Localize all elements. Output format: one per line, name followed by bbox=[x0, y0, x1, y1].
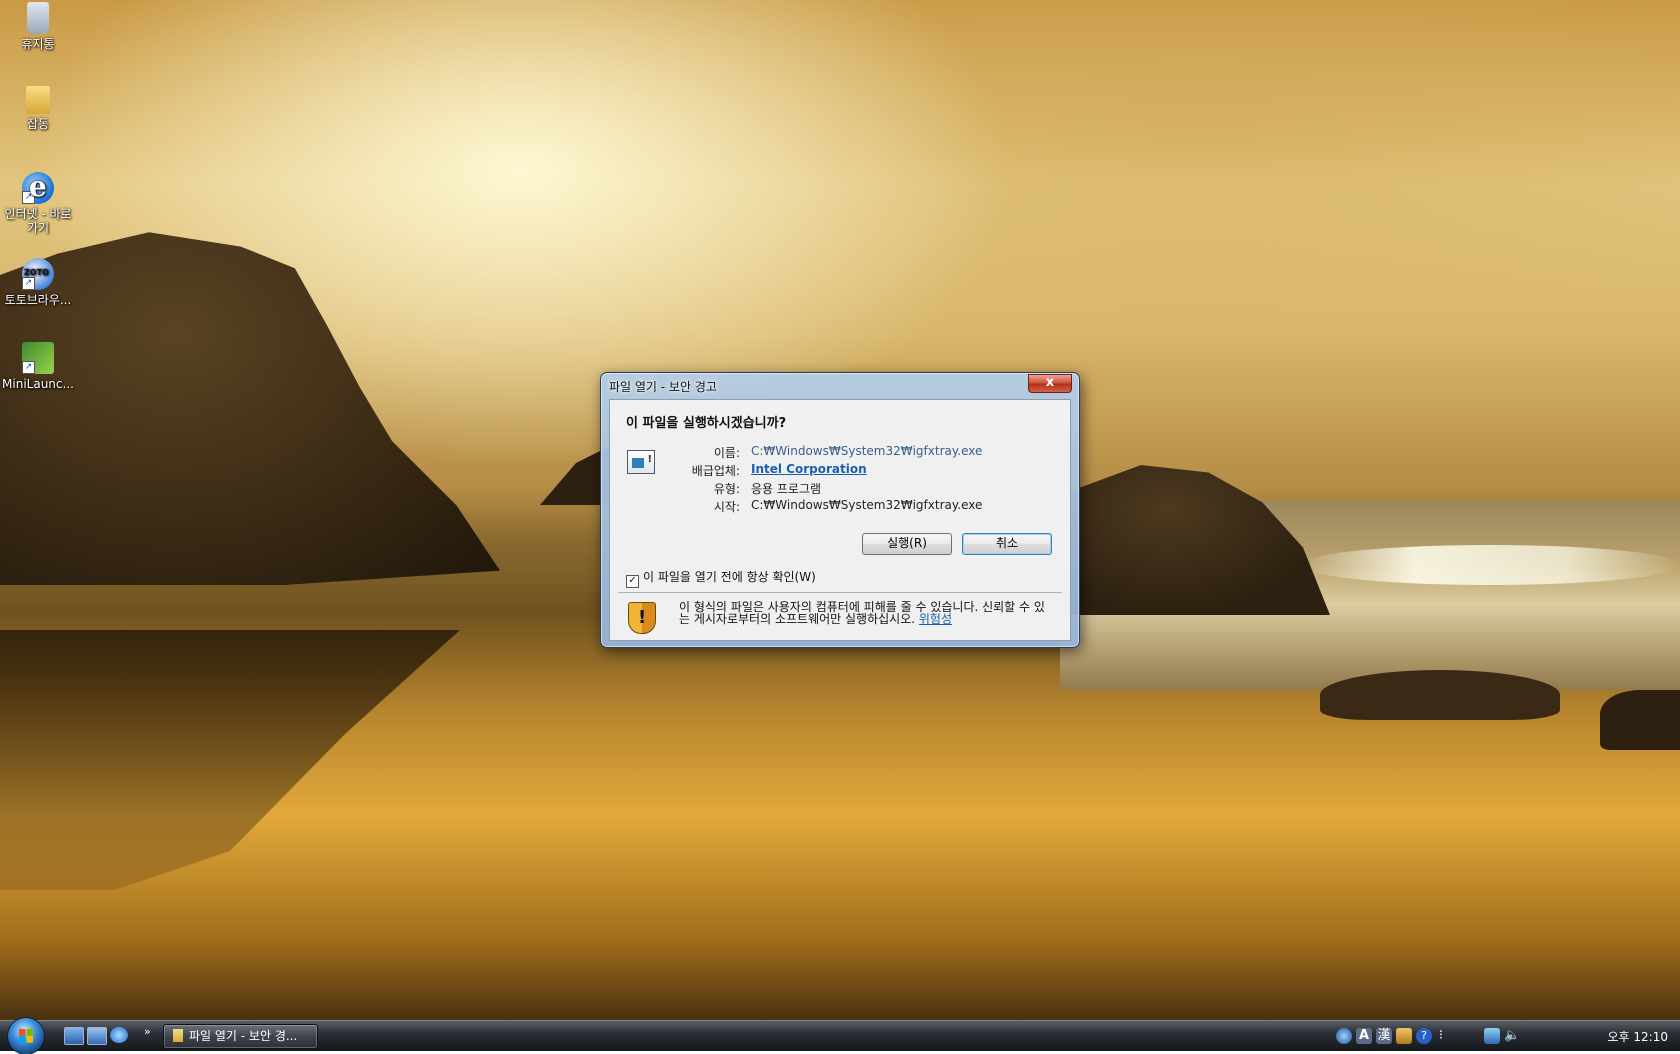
switch-windows-icon[interactable] bbox=[87, 1027, 107, 1045]
ime-mode-icon[interactable]: A bbox=[1356, 1028, 1372, 1044]
name-label: 이름: bbox=[713, 446, 740, 460]
always-ask-label: 이 파일을 열기 전에 항상 확인(W) bbox=[643, 570, 816, 584]
desktop-icon-internet[interactable]: ↗ 인터넷 - 바로 가기 bbox=[0, 170, 76, 235]
volume-icon[interactable]: 🔈 bbox=[1504, 1028, 1520, 1044]
publisher-link[interactable]: Intel Corporation bbox=[751, 462, 867, 476]
help-icon[interactable]: ? bbox=[1416, 1028, 1432, 1044]
folder-icon bbox=[173, 1029, 183, 1042]
type-label: 유형: bbox=[713, 482, 740, 496]
recycle-bin-icon bbox=[27, 2, 49, 34]
start-button[interactable] bbox=[8, 1018, 44, 1054]
desktop-icon-recycle-bin[interactable]: 휴지통 bbox=[0, 2, 76, 51]
warning-text: 이 형식의 파일은 사용자의 컴퓨터에 피해를 줄 수 있습니다. 신뢰할 수 … bbox=[679, 600, 1045, 626]
internet-explorer-quicklaunch-icon[interactable] bbox=[110, 1027, 128, 1043]
desktop-icon-label: MiniLaunc... bbox=[2, 377, 74, 391]
security-warning-dialog: 파일 열기 - 보안 경고 x 이 파일을 실행하시겠습니까? 이름: C:₩W… bbox=[600, 372, 1080, 648]
risk-link[interactable]: 위험성 bbox=[919, 612, 952, 626]
wallpaper-rock-edge bbox=[1600, 690, 1680, 750]
shortcut-arrow-icon: ↗ bbox=[22, 191, 35, 204]
dialog-question: 이 파일을 실행하시겠습니까? bbox=[626, 416, 787, 431]
folder-icon bbox=[26, 86, 50, 114]
taskbar-window-button[interactable]: 파일 열기 - 보안 경... bbox=[163, 1024, 318, 1049]
dialog-divider bbox=[618, 592, 1062, 593]
quicklaunch-more-button[interactable]: » bbox=[144, 1025, 151, 1038]
shortcut-arrow-icon: ↗ bbox=[22, 361, 35, 374]
cancel-button[interactable]: 취소 bbox=[962, 533, 1052, 555]
from-value: C:₩Windows₩System32₩igfxtray.exe bbox=[751, 498, 983, 512]
dialog-body: 이 파일을 실행하시겠습니까? 이름: C:₩Windows₩System32₩… bbox=[609, 399, 1071, 641]
clock[interactable]: 오후 12:10 bbox=[1608, 1028, 1668, 1045]
always-ask-checkbox[interactable]: ✓ bbox=[626, 575, 639, 588]
close-button[interactable]: x bbox=[1028, 374, 1072, 393]
system-tray: A 漢 ? ⁝ 🔈 오후 12:10 bbox=[1300, 1021, 1680, 1051]
publisher-label: 배급업체: bbox=[691, 464, 740, 478]
warning-shield-icon bbox=[628, 602, 656, 634]
wallpaper-rock-far bbox=[1320, 670, 1560, 720]
dialog-title: 파일 열기 - 보안 경고 bbox=[609, 380, 717, 394]
warning-message: 이 형식의 파일은 사용자의 컴퓨터에 피해를 줄 수 있습니다. 신뢰할 수 … bbox=[679, 601, 1049, 625]
tray-options-icon[interactable]: ⁝ bbox=[1436, 1028, 1446, 1044]
internet-explorer-icon: ↗ bbox=[22, 170, 54, 204]
show-desktop-icon[interactable] bbox=[64, 1027, 84, 1045]
hanja-icon[interactable]: 漢 bbox=[1376, 1028, 1392, 1044]
name-value: C:₩Windows₩System32₩igfxtray.exe bbox=[751, 444, 983, 458]
desktop-icon-folder[interactable]: 잡동 bbox=[0, 86, 76, 131]
desktop-icon-minilauncher[interactable]: ↗ MiniLaunc... bbox=[0, 342, 76, 391]
taskbar-window-label: 파일 열기 - 보안 경... bbox=[189, 1029, 298, 1043]
application-file-icon bbox=[627, 450, 655, 474]
zoto-browser-icon: ↗ bbox=[22, 258, 54, 290]
desktop-icon-label: 인터넷 - 바로 가기 bbox=[4, 207, 72, 235]
wallpaper-surf bbox=[1300, 545, 1680, 585]
type-value: 응용 프로그램 bbox=[751, 482, 822, 496]
desktop-wallpaper: 휴지통 잡동 ↗ 인터넷 - 바로 가기 ↗ 토토브라우... ↗ MiniLa… bbox=[0, 0, 1680, 1020]
shortcut-arrow-icon: ↗ bbox=[22, 277, 35, 290]
network-icon[interactable] bbox=[1484, 1028, 1500, 1044]
desktop-icon-zoto-browser[interactable]: ↗ 토토브라우... bbox=[0, 258, 76, 307]
desktop-icon-label: 휴지통 bbox=[21, 37, 55, 51]
desktop-icon-label: 잡동 bbox=[26, 117, 50, 131]
taskbar: » 파일 열기 - 보안 경... A 漢 ? ⁝ 🔈 오후 12:10 bbox=[0, 1018, 1680, 1054]
minilauncher-icon: ↗ bbox=[22, 342, 54, 374]
language-globe-icon[interactable] bbox=[1336, 1028, 1352, 1044]
run-button[interactable]: 실행(R) bbox=[862, 533, 952, 555]
wallpaper-rock-right bbox=[1060, 465, 1330, 615]
desktop-icon-label: 토토브라우... bbox=[4, 293, 72, 307]
wallpaper-reflection bbox=[0, 630, 460, 890]
ime-tool-icon[interactable] bbox=[1396, 1028, 1412, 1044]
always-ask-row[interactable]: ✓ 이 파일을 열기 전에 항상 확인(W) bbox=[626, 568, 816, 588]
from-label: 시작: bbox=[713, 500, 740, 514]
